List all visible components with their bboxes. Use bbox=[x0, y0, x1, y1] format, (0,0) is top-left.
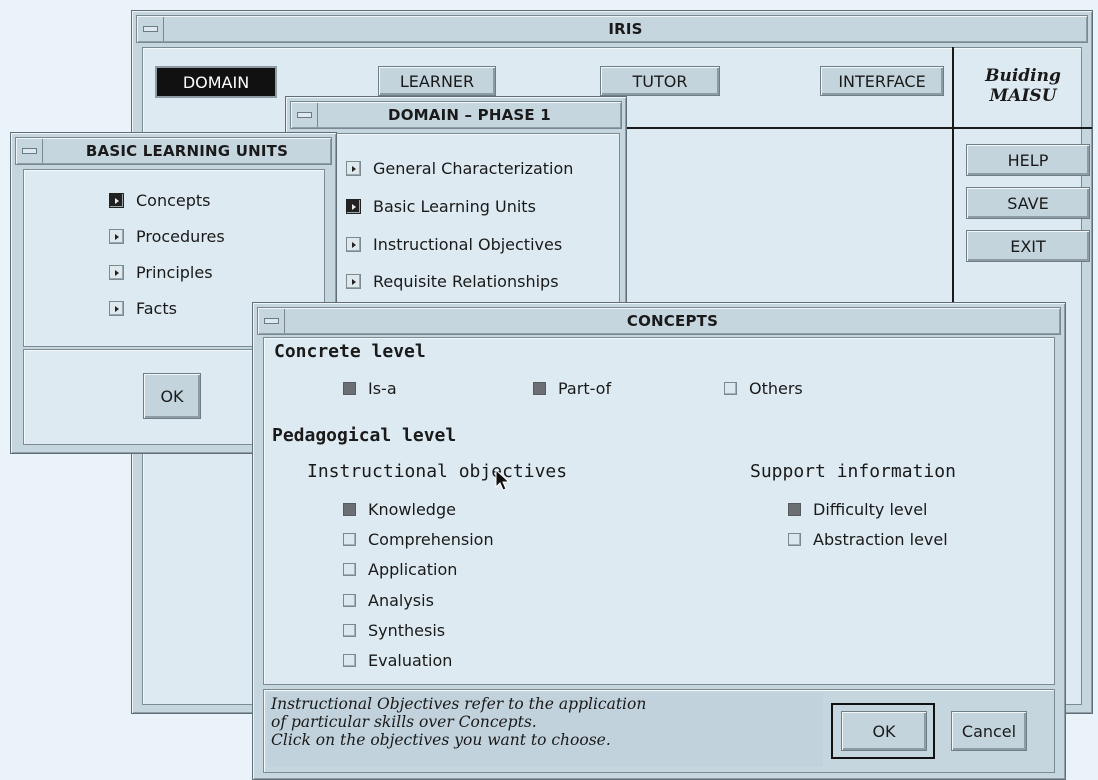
help-text-box: Instructional Objectives refer to the ap… bbox=[267, 693, 823, 767]
unit-item-label: Facts bbox=[136, 299, 177, 318]
concepts-titlebar[interactable]: CONCEPTS bbox=[257, 307, 1061, 335]
unit-item-procedures[interactable]: Procedures bbox=[109, 227, 225, 246]
option-label: Synthesis bbox=[368, 621, 446, 640]
tab-learner[interactable]: LEARNER bbox=[378, 66, 496, 96]
unit-item-label: Concepts bbox=[136, 191, 211, 210]
help-line-3: Click on the objectives you want to choo… bbox=[271, 731, 611, 749]
checkbox[interactable] bbox=[533, 382, 546, 395]
checkbox[interactable] bbox=[343, 503, 356, 516]
objective-comprehension[interactable]: Comprehension bbox=[343, 530, 494, 549]
concrete-option-part-of[interactable]: Part-of bbox=[533, 379, 611, 398]
checkbox[interactable] bbox=[788, 503, 801, 516]
checkbox[interactable] bbox=[788, 533, 801, 546]
domain-phase-titlebar[interactable]: DOMAIN – PHASE 1 bbox=[290, 101, 622, 129]
checkbox[interactable] bbox=[343, 563, 356, 576]
checkbox[interactable] bbox=[343, 382, 356, 395]
option-label: Comprehension bbox=[368, 530, 494, 549]
checkbox[interactable] bbox=[343, 654, 356, 667]
support-information-heading: Support information bbox=[750, 461, 956, 482]
objective-analysis[interactable]: Analysis bbox=[343, 591, 434, 610]
option-label: Knowledge bbox=[368, 500, 456, 519]
domain-item-label: General Characterization bbox=[373, 159, 574, 178]
concrete-level-heading: Concrete level bbox=[274, 341, 426, 362]
domain-item-basic-units[interactable]: Basic Learning Units bbox=[346, 197, 536, 216]
arrow-icon bbox=[346, 274, 361, 289]
domain-item-label: Instructional Objectives bbox=[373, 235, 563, 254]
unit-item-label: Procedures bbox=[136, 227, 225, 246]
unit-item-principles[interactable]: Principles bbox=[109, 263, 213, 282]
arrow-icon bbox=[346, 199, 361, 214]
domain-item-general[interactable]: General Characterization bbox=[346, 159, 573, 178]
option-label: Application bbox=[368, 560, 458, 579]
checkbox[interactable] bbox=[724, 382, 737, 395]
domain-item-label: Requisite Relationships bbox=[373, 272, 559, 291]
option-label: Evaluation bbox=[368, 651, 453, 670]
basic-units-title: BASIC LEARNING UNITS bbox=[85, 142, 289, 160]
instructional-objectives-heading: Instructional objectives bbox=[307, 461, 568, 482]
unit-item-concepts[interactable]: Concepts bbox=[109, 191, 211, 210]
arrow-icon bbox=[346, 161, 361, 176]
window-menu-icon[interactable] bbox=[137, 17, 164, 41]
help-line-1: Instructional Objectives refer to the ap… bbox=[271, 695, 647, 713]
iris-titlebar[interactable]: IRIS bbox=[136, 15, 1088, 43]
checkbox[interactable] bbox=[343, 533, 356, 546]
concrete-option-others[interactable]: Others bbox=[724, 379, 803, 398]
tab-divider bbox=[616, 127, 1092, 129]
domain-phase-title: DOMAIN – PHASE 1 bbox=[388, 106, 551, 124]
concepts-ok-button[interactable]: OK bbox=[841, 711, 927, 751]
basic-units-titlebar[interactable]: BASIC LEARNING UNITS bbox=[15, 137, 332, 165]
option-label: Abstraction level bbox=[813, 530, 948, 549]
arrow-icon bbox=[109, 265, 124, 280]
tab-interface[interactable]: INTERFACE bbox=[820, 66, 944, 96]
iris-title: IRIS bbox=[608, 20, 643, 38]
concrete-option-is-a[interactable]: Is-a bbox=[343, 379, 397, 398]
option-label: Others bbox=[749, 379, 803, 398]
objective-application[interactable]: Application bbox=[343, 560, 457, 579]
basic-units-ok-button[interactable]: OK bbox=[143, 373, 201, 419]
objective-evaluation[interactable]: Evaluation bbox=[343, 651, 452, 670]
brand-line-1: Buiding bbox=[985, 66, 1061, 86]
objective-knowledge[interactable]: Knowledge bbox=[343, 500, 456, 519]
domain-item-objectives[interactable]: Instructional Objectives bbox=[346, 235, 562, 254]
pedagogical-level-heading: Pedagogical level bbox=[272, 425, 457, 446]
checkbox[interactable] bbox=[343, 624, 356, 637]
concepts-title: CONCEPTS bbox=[626, 312, 719, 330]
unit-item-facts[interactable]: Facts bbox=[109, 299, 177, 318]
concepts-window: CONCEPTS Concrete level Is-a Part-of Oth… bbox=[252, 302, 1066, 780]
arrow-icon bbox=[346, 237, 361, 252]
option-label: Part-of bbox=[558, 379, 612, 398]
brand-line-2: MAISU bbox=[989, 86, 1057, 106]
support-abstraction[interactable]: Abstraction level bbox=[788, 530, 948, 549]
option-label: Is-a bbox=[368, 379, 397, 398]
help-button[interactable]: HELP bbox=[966, 144, 1090, 176]
arrow-icon bbox=[109, 301, 124, 316]
tab-domain[interactable]: DOMAIN bbox=[155, 66, 277, 98]
support-difficulty[interactable]: Difficulty level bbox=[788, 500, 928, 519]
tab-tutor[interactable]: TUTOR bbox=[600, 66, 720, 96]
brand-label: Buiding MAISU bbox=[958, 66, 1088, 106]
option-label: Analysis bbox=[368, 591, 434, 610]
help-line-2: of particular skills over Concepts. bbox=[271, 713, 537, 731]
window-menu-icon[interactable] bbox=[258, 309, 285, 333]
objective-synthesis[interactable]: Synthesis bbox=[343, 621, 445, 640]
option-label: Difficulty level bbox=[813, 500, 928, 519]
arrow-icon bbox=[109, 193, 124, 208]
save-button[interactable]: SAVE bbox=[966, 187, 1090, 219]
arrow-icon bbox=[109, 229, 124, 244]
window-menu-icon[interactable] bbox=[291, 103, 318, 127]
mouse-pointer-icon bbox=[495, 469, 511, 491]
exit-button[interactable]: EXIT bbox=[966, 230, 1090, 262]
concepts-cancel-button[interactable]: Cancel bbox=[951, 711, 1027, 751]
domain-item-label: Basic Learning Units bbox=[373, 197, 536, 216]
unit-item-label: Principles bbox=[136, 263, 213, 282]
window-menu-icon[interactable] bbox=[16, 139, 43, 163]
checkbox[interactable] bbox=[343, 594, 356, 607]
domain-item-requisite[interactable]: Requisite Relationships bbox=[346, 272, 559, 291]
